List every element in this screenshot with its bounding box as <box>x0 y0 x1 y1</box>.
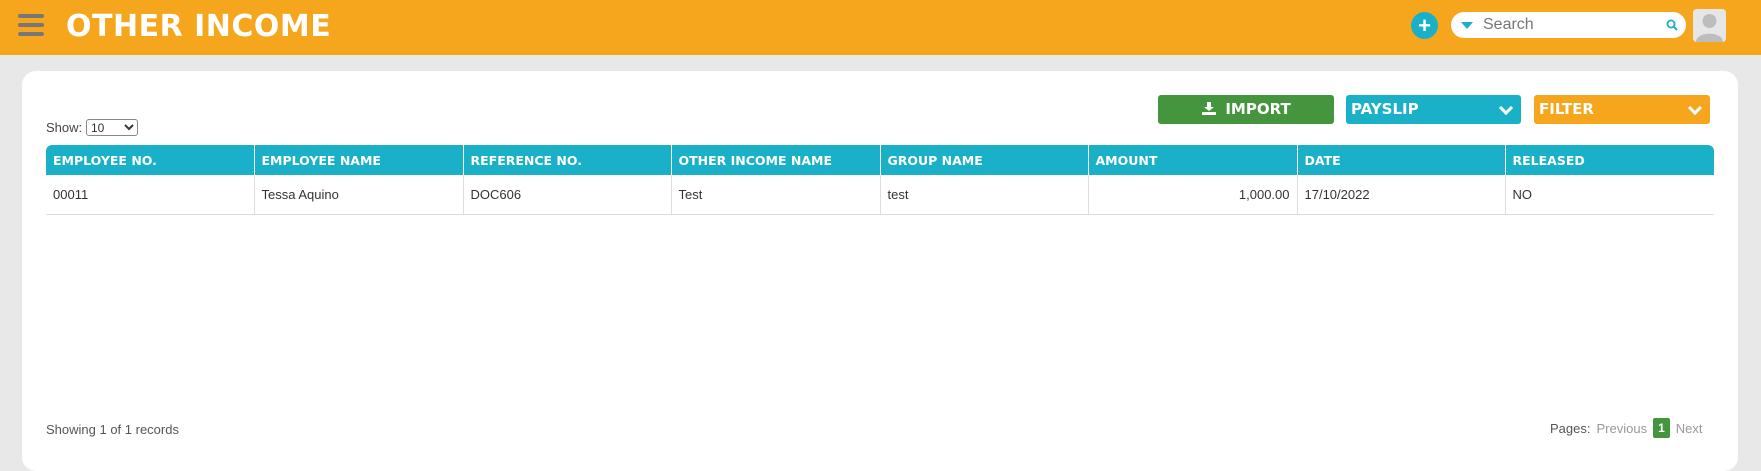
other-income-table: EMPLOYEE NO. EMPLOYEE NAME REFERENCE NO.… <box>46 145 1714 215</box>
search-dropdown-icon[interactable] <box>1461 22 1473 29</box>
content-card <box>22 71 1738 471</box>
filter-label: FILTER <box>1539 100 1594 118</box>
user-avatar-icon <box>1693 9 1726 42</box>
column-header[interactable]: EMPLOYEE NO. <box>46 145 255 175</box>
table-header-row: EMPLOYEE NO. EMPLOYEE NAME REFERENCE NO.… <box>46 145 1714 175</box>
payslip-dropdown[interactable]: PAYSLIP <box>1346 95 1521 124</box>
amount-cell: 1,000.00 <box>1088 175 1298 215</box>
import-label: IMPORT <box>1225 100 1291 118</box>
column-header[interactable]: GROUP NAME <box>880 145 1089 175</box>
column-header[interactable]: RELEASED <box>1505 145 1714 175</box>
current-page-button[interactable]: 1 <box>1653 418 1670 438</box>
chevron-down-icon <box>1498 100 1514 116</box>
chevron-down-icon <box>1687 100 1703 116</box>
table-row[interactable]: 00011 Tessa Aquino DOC606 Test test 1,00… <box>46 175 1714 215</box>
import-button[interactable]: IMPORT <box>1158 95 1334 124</box>
filter-dropdown[interactable]: FILTER <box>1534 95 1710 124</box>
date-cell: 17/10/2022 <box>1297 175 1506 215</box>
employee-no-cell: 00011 <box>46 175 255 215</box>
records-count: Showing 1 of 1 records <box>46 422 179 437</box>
show-label: Show: <box>46 120 83 135</box>
other-income-name-cell: Test <box>671 175 881 215</box>
page-title: OTHER INCOME <box>66 9 332 44</box>
search-box <box>1451 12 1686 38</box>
import-icon <box>1202 102 1217 115</box>
avatar[interactable] <box>1693 9 1726 42</box>
hamburger-menu-icon[interactable] <box>18 14 44 38</box>
column-header[interactable]: OTHER INCOME NAME <box>671 145 881 175</box>
add-button[interactable]: + <box>1411 12 1438 39</box>
column-header[interactable]: EMPLOYEE NAME <box>254 145 464 175</box>
next-page-link[interactable]: Next <box>1676 421 1703 436</box>
pages-label: Pages: <box>1550 420 1591 436</box>
employee-name-cell: Tessa Aquino <box>254 175 464 215</box>
search-input[interactable] <box>1483 14 1663 36</box>
page-size-select[interactable]: 10 <box>86 119 138 136</box>
search-icon[interactable] <box>1666 19 1678 31</box>
column-header[interactable]: AMOUNT <box>1088 145 1298 175</box>
previous-page-link[interactable]: Previous <box>1596 421 1647 436</box>
column-header[interactable]: REFERENCE NO. <box>463 145 672 175</box>
pagination: Pages: Previous 1 Next <box>1550 418 1702 438</box>
column-header[interactable]: DATE <box>1297 145 1506 175</box>
released-cell: NO <box>1505 175 1714 215</box>
reference-no-cell: DOC606 <box>463 175 672 215</box>
payslip-label: PAYSLIP <box>1351 100 1419 118</box>
group-name-cell: test <box>880 175 1089 215</box>
top-bar: OTHER INCOME + <box>0 0 1761 55</box>
